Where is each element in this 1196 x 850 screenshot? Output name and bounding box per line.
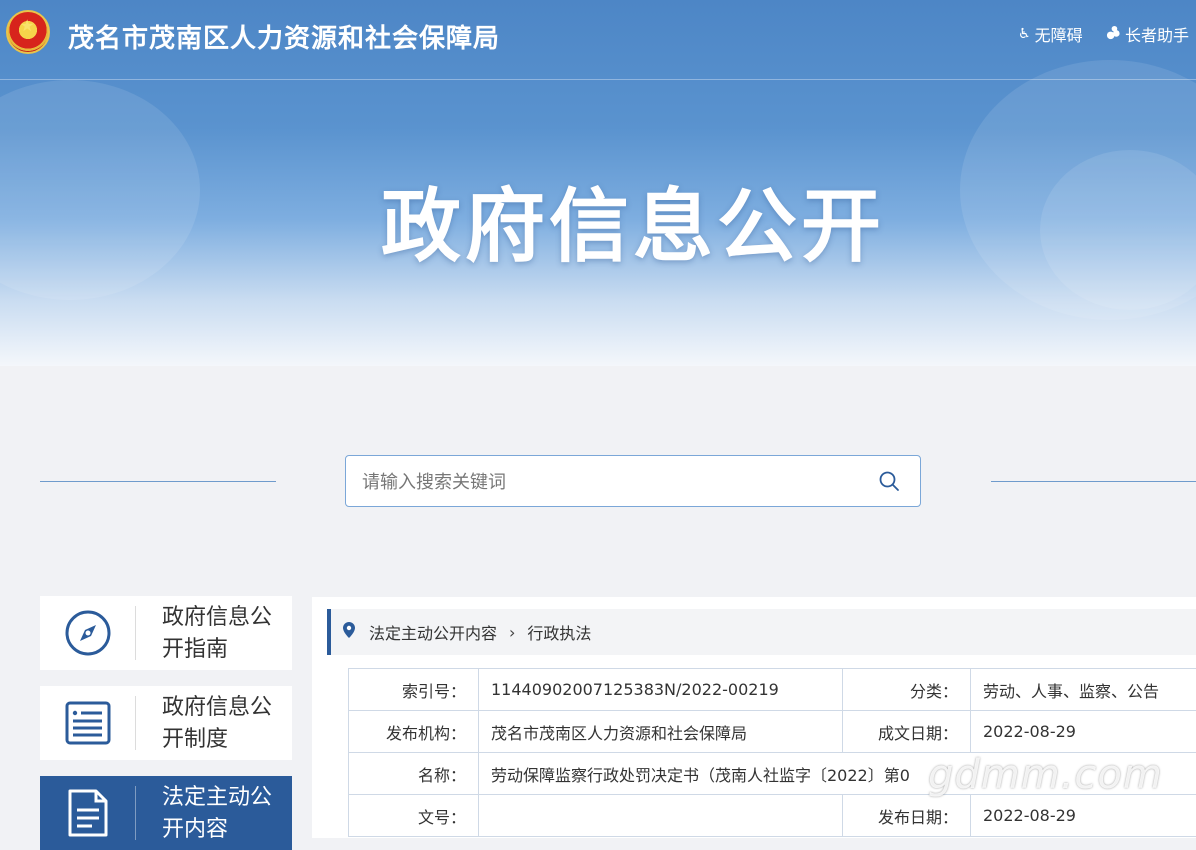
sidebar-item-label: 法定主动公开内容 — [162, 782, 272, 846]
search-divider-right — [991, 481, 1196, 482]
published-date-label: 发布日期： — [843, 795, 971, 837]
compass-icon — [40, 596, 136, 670]
location-pin-icon — [343, 622, 355, 642]
accessibility-button[interactable]: ♿ 无障碍 — [1018, 22, 1083, 46]
table-row: 名称： 劳动保障监察行政处罚决定书（茂南人社监字〔2022〕第0 — [349, 753, 1196, 795]
elder-assist-icon — [1106, 25, 1121, 44]
doc-number-label: 文号： — [349, 795, 479, 837]
nav-divider — [135, 696, 136, 750]
breadcrumb: 法定主动公开内容 › 行政执法 — [327, 609, 1196, 655]
search-icon[interactable] — [878, 470, 900, 492]
created-date-value: 2022-08-29 — [971, 711, 1196, 753]
topbar-divider — [0, 79, 1196, 80]
site-title[interactable]: 茂名市茂南区人力资源和社会保障局 — [68, 18, 500, 55]
national-emblem-logo: ★ — [6, 10, 50, 54]
category-label: 分类： — [843, 669, 971, 711]
published-date-value: 2022-08-29 — [971, 795, 1196, 837]
index-value: 11440902007125383N/2022-00219 — [479, 669, 843, 711]
breadcrumb-item-statutory[interactable]: 法定主动公开内容 — [369, 620, 497, 644]
sidebar-item-label: 政府信息公开指南 — [162, 602, 272, 666]
table-row: 文号： 发布日期： 2022-08-29 — [349, 795, 1196, 837]
publisher-label: 发布机构： — [349, 711, 479, 753]
search-input[interactable] — [360, 468, 864, 496]
search-divider-left — [40, 481, 276, 482]
breadcrumb-item-enforcement[interactable]: 行政执法 — [527, 620, 591, 644]
nav-divider — [135, 786, 136, 840]
elder-assist-label: 长者助手 — [1125, 22, 1189, 46]
category-value: 劳动、人事、监察、公告 — [971, 669, 1196, 711]
sidebar-item-statutory-disclosure[interactable]: 法定主动公开内容 — [40, 776, 292, 850]
nav-divider — [135, 606, 136, 660]
document-icon — [40, 776, 136, 850]
sidebar-item-label: 政府信息公开制度 — [162, 692, 272, 756]
sidebar-item-disclosure-guide[interactable]: 政府信息公开指南 — [40, 596, 292, 670]
chevron-right-icon: › — [509, 623, 515, 642]
name-label: 名称： — [349, 753, 479, 795]
publisher-value: 茂名市茂南区人力资源和社会保障局 — [479, 711, 843, 753]
name-value: 劳动保障监察行政处罚决定书（茂南人社监字〔2022〕第0 — [479, 753, 1196, 795]
sidebar-item-disclosure-system[interactable]: 政府信息公开制度 — [40, 686, 292, 760]
index-label: 索引号： — [349, 669, 479, 711]
wheelchair-icon: ♿ — [1018, 26, 1031, 42]
accessibility-label: 无障碍 — [1035, 22, 1083, 46]
list-icon — [40, 686, 136, 760]
table-row: 索引号： 11440902007125383N/2022-00219 分类： 劳… — [349, 669, 1196, 711]
doc-number-value — [479, 795, 843, 837]
elder-assist-button[interactable]: 长者助手 — [1106, 22, 1189, 46]
content-panel: 法定主动公开内容 › 行政执法 索引号： 11440902007125383N/… — [312, 597, 1196, 838]
created-date-label: 成文日期： — [843, 711, 971, 753]
hero-title: 政府信息公开 — [0, 162, 1196, 278]
header-banner: ★ 茂名市茂南区人力资源和社会保障局 ♿ 无障碍 长者助手 政府信息公开 — [0, 0, 1196, 366]
table-row: 发布机构： 茂名市茂南区人力资源和社会保障局 成文日期： 2022-08-29 — [349, 711, 1196, 753]
search-box — [345, 455, 921, 507]
document-meta-table: 索引号： 11440902007125383N/2022-00219 分类： 劳… — [348, 668, 1196, 837]
